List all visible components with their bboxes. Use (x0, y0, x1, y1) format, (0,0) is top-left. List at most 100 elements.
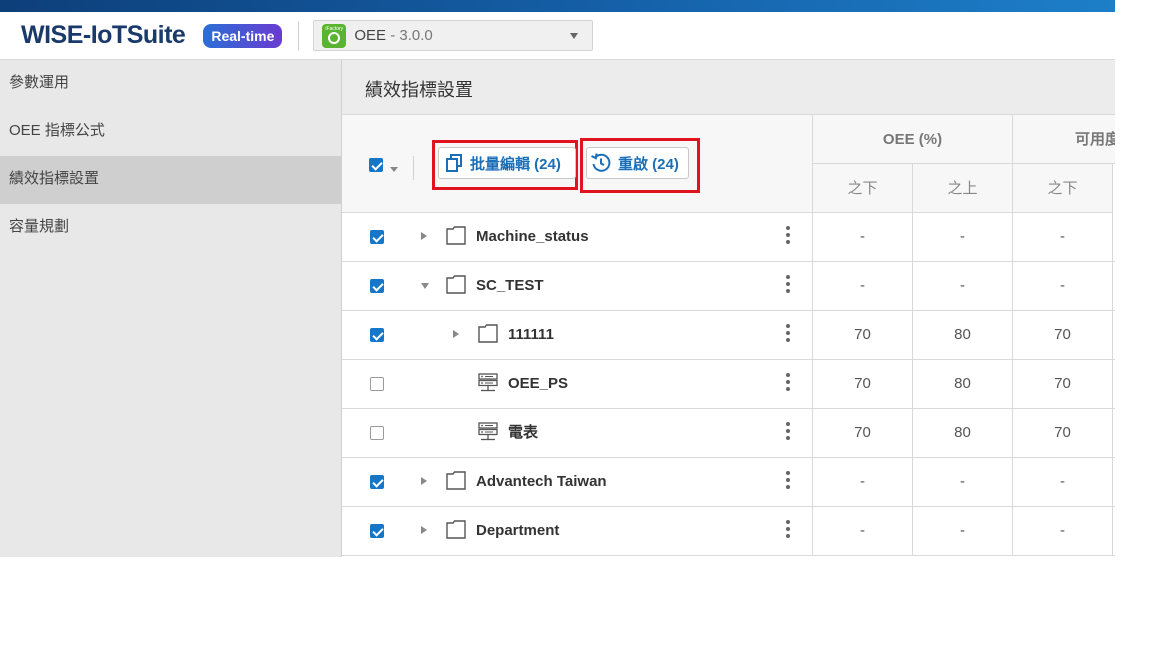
page-title: 績效指標設置 (365, 80, 473, 100)
row-checkbox[interactable] (370, 524, 384, 538)
restart-label: 重啟 (24) (618, 155, 679, 173)
caret-right-icon[interactable] (421, 477, 427, 485)
more-vertical-icon[interactable] (784, 471, 792, 493)
sidebar-item-capacity-planning[interactable]: 容量規劃 (0, 204, 341, 252)
more-vertical-icon[interactable] (784, 422, 792, 444)
value-cell[interactable]: - (1013, 262, 1113, 310)
select-options-caret-icon[interactable] (390, 167, 398, 172)
value-cell[interactable]: - (813, 262, 913, 310)
more-vertical-icon[interactable] (784, 373, 792, 395)
restart-icon (591, 153, 611, 172)
folder-icon (446, 226, 466, 245)
app-root: WISE-IoTSuite Real-time iFactory OEE - 3… (0, 0, 1115, 557)
tree-cell: 111111 (342, 311, 813, 359)
more-vertical-icon[interactable] (784, 520, 792, 542)
row-checkbox[interactable] (370, 279, 384, 293)
row-checkbox[interactable] (370, 475, 384, 489)
more-vertical-icon[interactable] (784, 226, 792, 248)
folder-icon (478, 324, 498, 343)
value-cell[interactable]: 80 (913, 311, 1013, 359)
value-cell[interactable]: - (913, 458, 1013, 506)
table-row[interactable]: 電表 70 80 70 (342, 409, 1115, 458)
value-cell[interactable]: 70 (813, 409, 913, 457)
top-accent-bar (0, 0, 1115, 12)
more-vertical-icon[interactable] (784, 324, 792, 346)
caret-down-icon[interactable] (421, 283, 429, 289)
more-vertical-icon[interactable] (784, 275, 792, 297)
value-cell[interactable]: - (913, 262, 1013, 310)
header-divider (298, 20, 300, 51)
folder-icon (446, 520, 466, 539)
node-label[interactable]: OEE_PS (508, 360, 568, 408)
tree-cell: Machine_status (342, 213, 813, 261)
gauge-icon: iFactory (322, 23, 347, 48)
node-label[interactable]: 111111 (508, 311, 554, 359)
value-cell[interactable]: - (1013, 213, 1113, 261)
value-cell[interactable]: 80 (913, 409, 1013, 457)
node-label[interactable]: Department (476, 507, 559, 555)
table-row[interactable]: Department - - - (342, 507, 1115, 556)
table-row[interactable]: OEE_PS 70 80 70 (342, 360, 1115, 409)
tree-cell: 電表 (342, 409, 813, 457)
chevron-down-icon (570, 33, 579, 39)
node-label[interactable]: 電表 (508, 409, 538, 457)
value-cell[interactable]: 70 (1013, 360, 1113, 408)
value-cell[interactable]: - (813, 458, 913, 506)
app-selector-dropdown[interactable]: iFactory OEE - 3.0.0 (313, 20, 594, 51)
row-checkbox[interactable] (370, 377, 384, 391)
tree-cell: Department (342, 507, 813, 555)
table-row[interactable]: SC_TEST - - - (342, 262, 1115, 311)
realtime-badge: Real-time (203, 23, 283, 48)
value-cell[interactable]: - (913, 507, 1013, 555)
column-group-availability: 可用度 (1013, 115, 1115, 164)
device-icon (478, 373, 498, 393)
value-cell[interactable]: - (813, 507, 913, 555)
column-group-oee: OEE (%) (813, 115, 1013, 164)
sidebar-item-oee-formula[interactable]: OEE 指標公式 (0, 108, 341, 156)
value-cell[interactable]: 80 (913, 360, 1013, 408)
restart-button[interactable]: 重啟 (24) (586, 147, 689, 179)
app-selector-label: OEE - 3.0.0 (354, 27, 433, 44)
page-title-bar: 績效指標設置 (342, 60, 1115, 115)
row-checkbox[interactable] (370, 426, 384, 440)
caret-right-icon[interactable] (421, 232, 427, 240)
caret-right-icon[interactable] (421, 526, 427, 534)
table-row[interactable]: 111111 70 80 70 (342, 311, 1115, 360)
row-checkbox[interactable] (370, 328, 384, 342)
value-cell[interactable]: 70 (1013, 409, 1113, 457)
tree-cell: SC_TEST (342, 262, 813, 310)
node-label[interactable]: Advantech Taiwan (476, 458, 607, 506)
node-label[interactable]: SC_TEST (476, 262, 544, 310)
device-icon (478, 422, 498, 442)
row-checkbox[interactable] (370, 230, 384, 244)
value-cell[interactable]: 70 (1013, 311, 1113, 359)
value-cell[interactable]: - (913, 213, 1013, 261)
sidebar-item-parameters[interactable]: 參數運用 (0, 60, 341, 108)
sidebar: 參數運用 OEE 指標公式 績效指標設置 容量規劃 (0, 60, 341, 557)
main-panel: 績效指標設置 批量編輯 (24) 重啟 (24) OEE (%) 可用度 之下 … (341, 60, 1115, 557)
column-header-availability-below[interactable]: 之下 (1013, 164, 1113, 213)
value-cell[interactable]: - (1013, 507, 1113, 555)
copy-icon (446, 154, 462, 172)
tree-cell: Advantech Taiwan (342, 458, 813, 506)
product-logo: WISE-IoTSuite (21, 21, 186, 49)
table-row[interactable]: Advantech Taiwan - - - (342, 458, 1115, 507)
value-cell[interactable]: - (1013, 458, 1113, 506)
tree-cell: OEE_PS (342, 360, 813, 408)
batch-edit-label: 批量編輯 (24) (470, 155, 561, 173)
value-cell[interactable]: - (813, 213, 913, 261)
folder-icon (446, 275, 466, 294)
column-header-oee-above[interactable]: 之上 (913, 164, 1013, 213)
column-header-oee-below[interactable]: 之下 (813, 164, 913, 213)
batch-edit-button[interactable]: 批量編輯 (24) (438, 147, 576, 179)
table-row[interactable]: Machine_status - - - (342, 213, 1115, 262)
sidebar-item-kpi-settings[interactable]: 績效指標設置 (0, 156, 341, 204)
select-all-checkbox[interactable] (369, 158, 383, 172)
folder-icon (446, 471, 466, 490)
node-label[interactable]: Machine_status (476, 213, 589, 261)
value-cell[interactable]: 70 (813, 360, 913, 408)
toolbar-divider (413, 156, 414, 180)
header: WISE-IoTSuite Real-time iFactory OEE - 3… (0, 12, 1115, 60)
value-cell[interactable]: 70 (813, 311, 913, 359)
caret-right-icon[interactable] (453, 330, 459, 338)
